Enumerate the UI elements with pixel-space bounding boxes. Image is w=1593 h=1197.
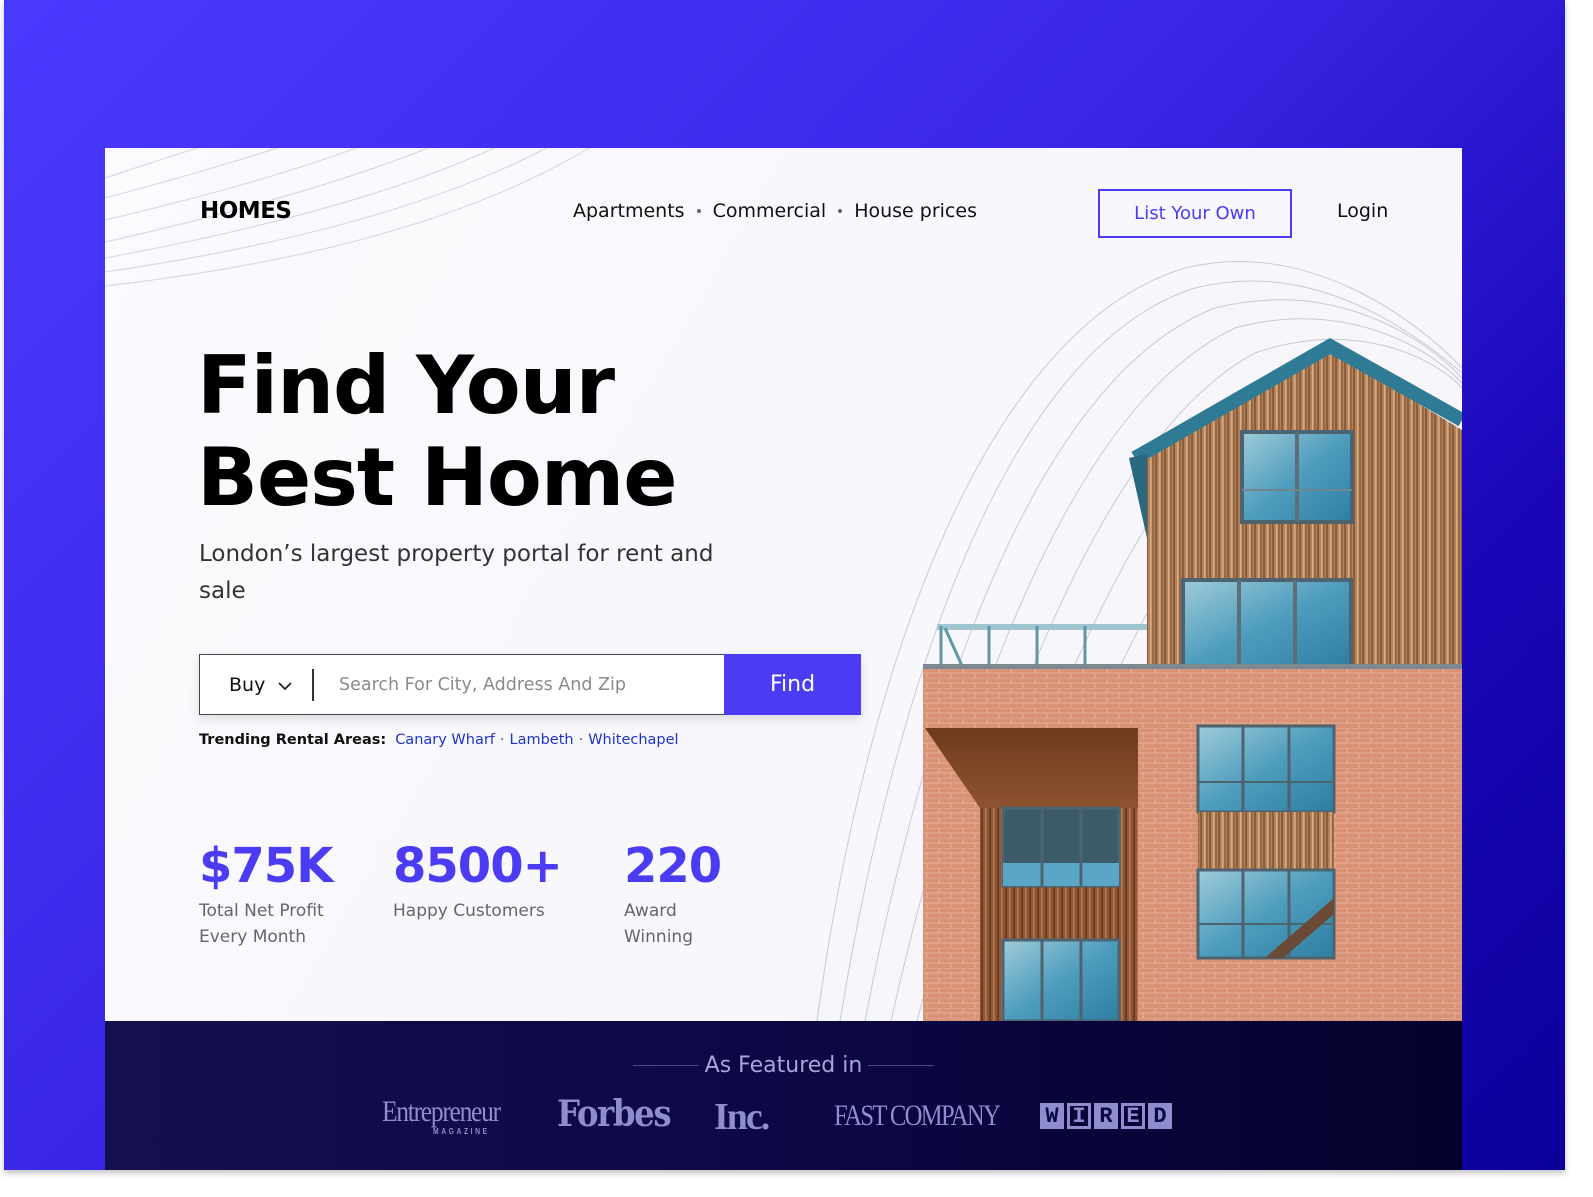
trending-areas: Trending Rental Areas: Canary Wharf · La… xyxy=(199,732,679,748)
hero-subtitle: London’s largest property portal for ren… xyxy=(199,541,714,604)
buy-rent-dropdown[interactable]: Buy xyxy=(200,668,314,701)
stat-net-profit: $75K Total Net Profit Every Month xyxy=(199,838,333,950)
logo[interactable]: HOMES xyxy=(200,198,292,224)
trending-area-link[interactable]: Canary Wharf xyxy=(395,732,495,748)
search-bar: Buy Find xyxy=(199,654,861,715)
nav-apartments[interactable]: Apartments xyxy=(573,200,685,222)
separator-dot: · xyxy=(499,732,505,748)
hero-title: Find Your Best Home xyxy=(197,340,817,524)
entrepreneur-subtitle: MAGAZINE xyxy=(433,1127,490,1136)
wired-letter: E xyxy=(1121,1103,1145,1129)
stat-caption-line: Total Net Profit xyxy=(199,901,324,921)
hero-building-image xyxy=(923,337,1462,1021)
landing-page-card: HOMES Apartments Commercial House prices… xyxy=(105,148,1462,1170)
wired-logo: W I R E D xyxy=(1040,1103,1172,1129)
search-box: Buy xyxy=(199,654,724,715)
separator-dot: · xyxy=(578,732,584,748)
wired-letter: I xyxy=(1067,1103,1091,1129)
stat-value: 8500+ xyxy=(393,838,563,894)
brand-logos: Entrepreneur MAGAZINE Forbes Inc. FAST C… xyxy=(105,1093,1462,1143)
login-link[interactable]: Login xyxy=(1337,200,1388,222)
nav-commercial[interactable]: Commercial xyxy=(713,200,827,222)
entrepreneur-wordmark: Entrepreneur xyxy=(382,1095,501,1128)
wired-letter: W xyxy=(1040,1103,1064,1129)
trending-area-link[interactable]: Whitechapel xyxy=(588,732,678,748)
stat-awards: 220 Award Winning xyxy=(624,838,722,950)
divider-line xyxy=(632,1065,699,1066)
stat-caption: Happy Customers xyxy=(393,901,545,921)
stat-caption: Award Winning xyxy=(624,901,693,947)
search-input[interactable] xyxy=(314,655,724,714)
featured-in-section: As Featured in Entrepreneur MAGAZINE For… xyxy=(105,1021,1462,1170)
nav-separator xyxy=(696,209,701,213)
chevron-down-icon xyxy=(278,682,292,691)
nav-house-prices[interactable]: House prices xyxy=(854,200,977,222)
inc-logo: Inc. xyxy=(714,1096,770,1138)
divider-line xyxy=(868,1065,935,1066)
stat-caption: Total Net Profit Every Month xyxy=(199,898,332,950)
hero-section: HOMES Apartments Commercial House prices… xyxy=(105,148,1462,1021)
featured-title-text: As Featured in xyxy=(704,1053,863,1078)
wired-letter: D xyxy=(1148,1103,1172,1129)
dropdown-value: Buy xyxy=(229,673,266,696)
trending-area-link[interactable]: Lambeth xyxy=(510,732,574,748)
hero-title-line1: Find Your xyxy=(197,339,615,432)
stat-value: $75K xyxy=(199,838,333,894)
forbes-logo: Forbes xyxy=(557,1093,672,1135)
stat-value: 220 xyxy=(624,838,722,894)
trending-label: Trending Rental Areas: xyxy=(199,732,387,748)
fast-company-logo: FAST COMPANY xyxy=(834,1099,1001,1132)
featured-title: As Featured in xyxy=(105,1053,1462,1078)
stat-customers: 8500+ Happy Customers xyxy=(393,838,563,924)
stat-caption-line: Every Month xyxy=(199,927,306,947)
wired-letter: R xyxy=(1094,1103,1118,1129)
hero-title-line2: Best Home xyxy=(197,431,677,524)
list-your-own-button[interactable]: List Your Own xyxy=(1098,189,1292,238)
main-nav: Apartments Commercial House prices xyxy=(573,200,977,222)
find-button[interactable]: Find xyxy=(724,654,861,715)
entrepreneur-logo: Entrepreneur MAGAZINE xyxy=(382,1095,501,1136)
nav-separator xyxy=(838,209,843,213)
